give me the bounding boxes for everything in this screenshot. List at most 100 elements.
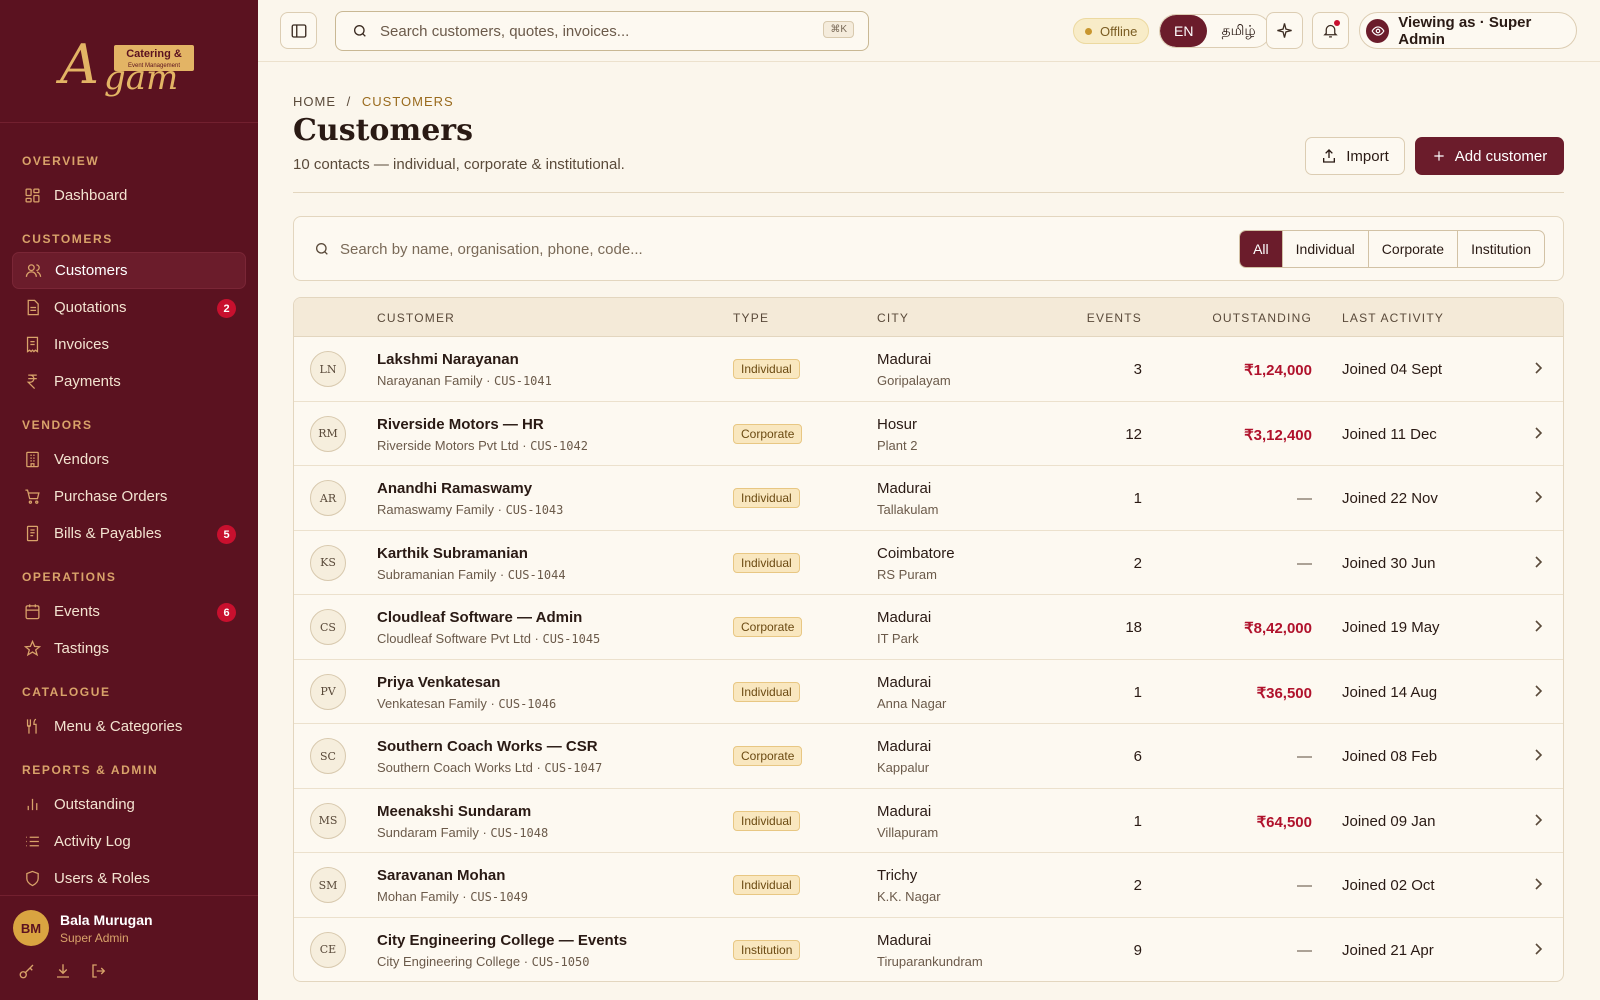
filter-corporate[interactable]: Corporate: [1367, 231, 1457, 267]
sidebar-item-label: Users & Roles: [54, 870, 150, 887]
svg-text:Event Management: Event Management: [128, 63, 180, 69]
section-catalogue: CATALOGUE: [22, 685, 111, 699]
type-badge: Individual: [733, 875, 800, 895]
customer-initials: CS: [310, 609, 346, 645]
table-row[interactable]: CS Cloudleaf Software — Admin Cloudleaf So…: [294, 595, 1563, 660]
chevron-right-icon[interactable]: [1533, 490, 1543, 504]
sidebar-item-label: Payments: [54, 373, 121, 390]
column-last-activity[interactable]: LAST ACTIVITY: [1342, 311, 1444, 325]
divider: [293, 192, 1564, 193]
customer-name[interactable]: Anandhi Ramaswamy: [377, 480, 532, 497]
chevron-right-icon[interactable]: [1533, 619, 1543, 633]
column-customer[interactable]: CUSTOMER: [377, 311, 455, 325]
customer-name[interactable]: Southern Coach Works — CSR: [377, 738, 598, 755]
events-count: 1: [1133, 683, 1142, 701]
customer-search-input[interactable]: Search by name, organisation, phone, cod…: [340, 241, 643, 258]
customer-org: Narayanan Family · CUS-1041: [377, 373, 552, 388]
table-row[interactable]: AR Anandhi Ramaswamy Ramaswamy Family · CU…: [294, 466, 1563, 531]
filter-institution[interactable]: Institution: [1457, 231, 1544, 267]
sidebar-item-customers[interactable]: Customers: [12, 252, 246, 289]
search-icon: [354, 25, 366, 37]
sidebar-item-bills-payables[interactable]: Bills & Payables 5: [12, 515, 246, 552]
table-row[interactable]: MS Meenakshi Sundaram Sundaram Family · CU…: [294, 789, 1563, 853]
outstanding-amount: ₹64,500: [1256, 813, 1312, 831]
import-button[interactable]: Import: [1305, 137, 1405, 175]
table-row[interactable]: SM Saravanan Mohan Mohan Family · CUS-1049…: [294, 853, 1563, 918]
sidebar-item-menu-categories[interactable]: Menu & Categories: [12, 708, 246, 745]
column-type[interactable]: TYPE: [733, 311, 769, 325]
chevron-right-icon[interactable]: [1533, 361, 1543, 375]
customer-initials: CE: [310, 931, 346, 968]
brand-logo[interactable]: A gam Catering & Event Management: [0, 0, 258, 123]
sidebar-item-events[interactable]: Events 6: [12, 593, 246, 630]
sidebar-item-dashboard[interactable]: Dashboard: [12, 177, 246, 214]
sidebar-item-outstanding[interactable]: Outstanding: [12, 786, 246, 823]
filter-individual[interactable]: Individual: [1281, 231, 1368, 267]
chevron-right-icon[interactable]: [1533, 813, 1543, 827]
table-row[interactable]: RM Riverside Motors — HR Riverside Motors …: [294, 402, 1563, 466]
column-outstanding[interactable]: OUTSTANDING: [1212, 311, 1312, 325]
customer-org: Riverside Motors Pvt Ltd · CUS-1042: [377, 437, 588, 453]
customer-name[interactable]: City Engineering College — Events: [377, 932, 627, 949]
table-row[interactable]: SC Southern Coach Works — CSR Southern Coa…: [294, 724, 1563, 789]
breadcrumb-home[interactable]: HOME: [293, 94, 336, 109]
customer-name[interactable]: Meenakshi Sundaram: [377, 803, 531, 820]
column-events[interactable]: EVENTS: [1087, 311, 1142, 325]
lang-en-button[interactable]: EN: [1160, 15, 1208, 47]
customer-initials: PV: [310, 673, 346, 710]
download-icon[interactable]: [54, 962, 72, 980]
chevron-right-icon[interactable]: [1533, 942, 1543, 956]
customer-name[interactable]: Cloudleaf Software — Admin: [377, 609, 582, 626]
sidebar-item-label: Invoices: [54, 336, 110, 353]
sidebar-item-users-roles[interactable]: Users & Roles: [12, 860, 246, 897]
sidebar-item-quotations[interactable]: Quotations 2: [12, 289, 246, 326]
breadcrumb-current: CUSTOMERS: [361, 94, 454, 109]
table-row[interactable]: PV Priya Venkatesan Venkatesan Family · CU…: [294, 660, 1563, 724]
customer-name[interactable]: Riverside Motors — HR: [377, 416, 544, 433]
notifications-button[interactable]: [1312, 12, 1349, 49]
chevron-right-icon[interactable]: [1533, 748, 1543, 762]
filter-all[interactable]: All: [1240, 231, 1282, 267]
customer-initials: LN: [310, 351, 346, 387]
customer-name[interactable]: Priya Venkatesan: [377, 674, 500, 691]
breadcrumb: HOME / CUSTOMERS: [293, 94, 454, 109]
agam-logo-icon: A gam Catering & Event Management: [55, 33, 194, 97]
sidebar-item-tastings[interactable]: Tastings: [12, 630, 246, 667]
last-activity: Joined 30 Jun: [1342, 554, 1436, 572]
table-header: CUSTOMER TYPE CITY EVENTS OUTSTANDING LA…: [294, 298, 1563, 337]
events-count: 18: [1125, 619, 1142, 636]
sidebar-item-purchase-orders[interactable]: Purchase Orders: [12, 478, 246, 515]
sidebar-item-payments[interactable]: Payments: [12, 363, 246, 400]
global-search-input[interactable]: Search customers, quotes, invoices... ⌘K: [335, 11, 869, 51]
customer-code: CUS-1042: [530, 438, 588, 453]
add-customer-button[interactable]: Add customer: [1415, 137, 1564, 175]
table-row[interactable]: CE City Engineering College — Events City …: [294, 918, 1563, 982]
calendar-icon: [23, 603, 41, 621]
customer-name[interactable]: Lakshmi Narayanan: [377, 351, 519, 368]
customer-area: Plant 2: [877, 437, 918, 453]
sidebar-item-activity-log[interactable]: Activity Log: [12, 823, 246, 860]
table-row[interactable]: LN Lakshmi Narayanan Narayanan Family · CU…: [294, 337, 1563, 402]
sidebar-item-label: Events: [54, 603, 100, 620]
customer-city: Madurai: [877, 738, 932, 755]
sidebar-item-vendors[interactable]: Vendors: [12, 441, 246, 478]
avatar[interactable]: BM: [13, 910, 49, 946]
chevron-right-icon[interactable]: [1533, 684, 1543, 698]
table-row[interactable]: KS Karthik Subramanian Subramanian Family …: [294, 531, 1563, 595]
key-icon[interactable]: [18, 962, 36, 980]
sidebar-item-invoices[interactable]: Invoices: [12, 326, 246, 363]
lang-ta-button[interactable]: தமிழ்: [1207, 15, 1269, 47]
user-role: Super Admin: [60, 931, 129, 945]
chevron-right-icon[interactable]: [1533, 426, 1543, 440]
chevron-right-icon[interactable]: [1533, 555, 1543, 569]
customer-code: CUS-1047: [544, 761, 603, 775]
logout-icon[interactable]: [90, 962, 108, 980]
toggle-sidebar-button[interactable]: [280, 12, 317, 49]
column-city[interactable]: CITY: [877, 311, 909, 325]
ai-assistant-button[interactable]: [1266, 12, 1303, 49]
customer-name[interactable]: Saravanan Mohan: [377, 867, 505, 884]
chevron-right-icon[interactable]: [1533, 877, 1543, 891]
customer-name[interactable]: Karthik Subramanian: [377, 545, 528, 562]
viewing-as-button[interactable]: Viewing as · Super Admin: [1359, 12, 1577, 49]
sidebar-item-label: Vendors: [54, 451, 110, 468]
